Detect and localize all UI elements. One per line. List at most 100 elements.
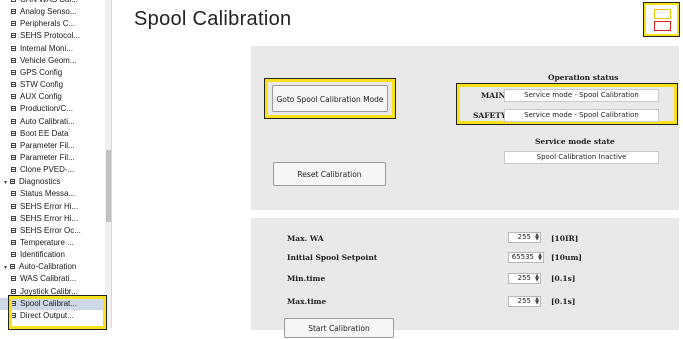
tree-item-label: Joystick Calibr... (20, 286, 78, 296)
tree-item[interactable]: STW Config (0, 79, 111, 91)
tree-item[interactable]: Identification (0, 249, 111, 261)
tree-node-icon (11, 9, 16, 15)
tree-item-label: Production/C... (20, 104, 73, 114)
tree-item[interactable]: CAN WAS Cal... (0, 0, 111, 6)
tree-node-icon (11, 276, 16, 282)
tree-node-icon (11, 191, 16, 197)
tree-node-icon (11, 57, 16, 63)
tree-node-icon (11, 130, 16, 136)
tree-item-label: Boot EE Data (20, 128, 69, 138)
start-calibration-button[interactable]: Start Calibration (284, 318, 394, 338)
tree-node-icon (11, 288, 16, 294)
tree-item[interactable]: Temperature ... (0, 237, 111, 249)
goto-spool-calibration-mode-button[interactable]: Goto Spool Calibration Mode (272, 85, 388, 112)
tree-group-node[interactable]: ▾ Auto-Calibration (0, 261, 111, 273)
tree-item-label: Vehicle Geom... (20, 55, 77, 65)
tree-node-icon (11, 167, 16, 173)
max-wa-value: 255 (517, 233, 531, 241)
initial-spool-setpoint-stepper[interactable]: 65535 ▲ ▼ (508, 252, 544, 263)
min-time-stepper[interactable]: 255 ▲ ▼ (508, 273, 541, 284)
tree-item[interactable]: Parameter Fil... (0, 140, 111, 152)
tree-item[interactable]: Auto Calibrati... (0, 116, 111, 128)
max-time-stepper[interactable]: 255 ▲ ▼ (508, 296, 541, 307)
tree-node-icon (11, 45, 16, 51)
stepper-arrows-icon[interactable]: ▲ ▼ (538, 253, 542, 262)
tree-node-icon (11, 106, 16, 112)
initial-spool-setpoint-unit: [10um] (551, 253, 582, 262)
stepper-arrows-icon[interactable]: ▲ ▼ (535, 233, 539, 242)
tree-item-label: Parameter Fil... (20, 140, 75, 150)
min-time-unit: [0.1s] (551, 274, 576, 283)
max-time-unit: [0.1s] (551, 297, 576, 306)
navigation-tree: CAN WAS Cal... Analog Senso... Peripherals… (0, 0, 112, 328)
stepper-arrows-icon[interactable]: ▲ ▼ (535, 274, 539, 283)
tree-node-icon (11, 0, 16, 2)
service-mode-state-title: Service mode state (535, 137, 615, 146)
tree-node-icon (10, 179, 15, 185)
param-label-initial-spool-setpoint: Initial Spool Setpoint (287, 253, 378, 262)
safety-label: SAFETY (473, 111, 507, 120)
tree-node-icon (11, 33, 16, 39)
tree-item[interactable]: Parameter Fil... (0, 152, 111, 164)
tree-node-icon (11, 69, 16, 75)
tree-node-icon (11, 227, 16, 233)
tree-item-label: SEHS Protocol... (20, 31, 81, 41)
tree-item[interactable]: SEHS Error Oc... (0, 225, 111, 237)
tree-item-label: Internal Moni... (20, 43, 73, 53)
tree-item-label: Diagnostics (19, 177, 61, 187)
tree-item[interactable]: SEHS Error Hi... (0, 213, 111, 225)
tree-item[interactable]: SEHS Error Hi... (0, 201, 111, 213)
stepper-arrows-icon[interactable]: ▲ ▼ (535, 297, 539, 306)
max-time-value: 255 (517, 297, 531, 305)
tree-node-icon (11, 82, 16, 88)
max-wa-unit: [10IR] (551, 234, 579, 243)
tree-item-label: CAN WAS Cal... (20, 0, 78, 4)
operation-status-title: Operation status (548, 73, 619, 82)
tree-item-label: SEHS Error Hi... (20, 201, 79, 211)
main-label: MAIN (481, 91, 506, 100)
tree-node-icon (11, 21, 16, 27)
sidebar-scrollbar-thumb[interactable] (106, 150, 111, 222)
tree-node-icon (11, 203, 16, 209)
tree-node-icon (11, 252, 16, 258)
param-label-max-time: Max.time (287, 297, 327, 306)
min-time-value: 255 (517, 274, 531, 282)
tree-item-label: SEHS Error Oc... (20, 225, 81, 235)
tree-item-label: Temperature ... (20, 238, 74, 247)
tree-node-icon (11, 154, 16, 160)
tree-item-label: WAS Calibrati... (20, 274, 77, 284)
tree-item-label: STW Config (20, 80, 64, 90)
param-label-max-wa: Max. WA (287, 234, 324, 243)
reset-calibration-button[interactable]: Reset Calibration (273, 162, 386, 186)
max-wa-stepper[interactable]: 255 ▲ ▼ (508, 232, 541, 243)
tree-node-icon (11, 240, 16, 245)
tree-item-label: AUX Config (20, 92, 62, 102)
sidebar-scrollbar[interactable] (105, 0, 111, 328)
tree-item-label: SEHS Error Hi... (20, 213, 79, 223)
tree-item-label: Auto Calibrati... (20, 116, 75, 126)
tree-item[interactable]: Status Messa... (0, 188, 111, 200)
tree-item-label: Parameter Fil... (20, 152, 75, 162)
tree-item[interactable]: GPS Config (0, 67, 111, 79)
tree-item[interactable]: Analog Senso... (0, 6, 111, 18)
param-label-min-time: Min.time (287, 274, 326, 283)
tree-item[interactable]: Boot EE Data (0, 128, 111, 140)
tree-node-icon (11, 215, 16, 221)
tree-node-icon (10, 264, 15, 270)
tree-item[interactable]: Clone PVED-... (0, 164, 111, 176)
tree-item[interactable]: AUX Config (0, 91, 111, 103)
tree-item[interactable]: Vehicle Geom... (0, 55, 111, 67)
red-indicator-icon (654, 21, 671, 31)
tree-item[interactable]: Peripherals C... (0, 18, 111, 30)
main-status-field: Service mode - Spool Calibration (504, 89, 659, 102)
tree-group-node[interactable]: ▾ Diagnostics (0, 176, 111, 188)
tree-item[interactable]: SEHS Protocol... (0, 30, 111, 42)
tree-item-label: GPS Config (20, 67, 63, 77)
status-indicator-frame (643, 2, 680, 37)
tree-item[interactable]: Production/C... (0, 103, 111, 115)
selection-highlight-frame (8, 295, 107, 330)
tree-node-icon (11, 142, 16, 148)
page-title: Spool Calibration (134, 8, 292, 30)
tree-item[interactable]: WAS Calibrati... (0, 273, 111, 285)
tree-item[interactable]: Internal Moni... (0, 43, 111, 55)
